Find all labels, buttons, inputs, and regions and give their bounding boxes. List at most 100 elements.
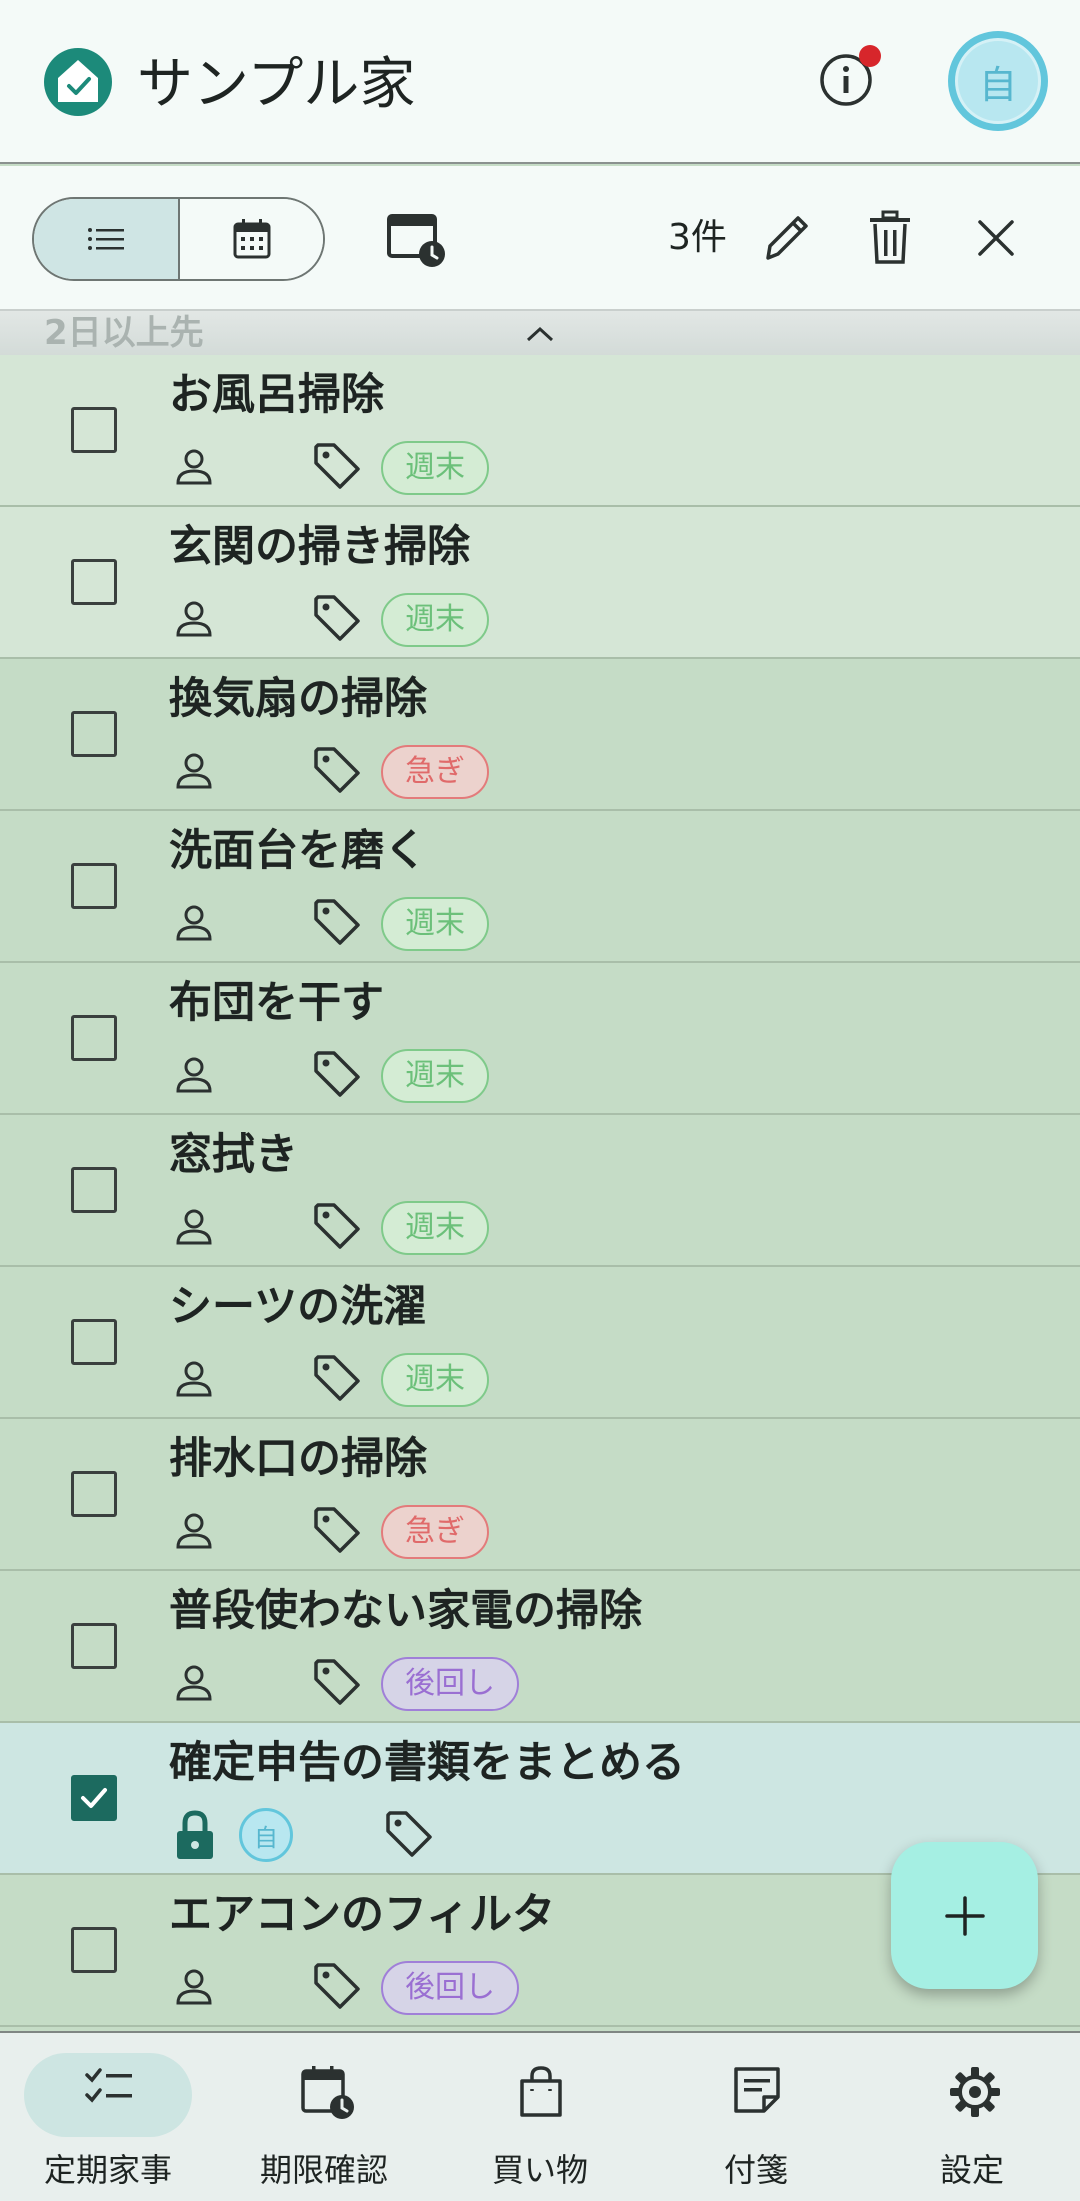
nav-label: 買い物 — [491, 2151, 588, 2189]
checklist-icon — [85, 2068, 132, 2103]
task-checkbox[interactable] — [71, 1471, 117, 1517]
app-bar: サンプル家 自 — [0, 0, 1080, 164]
task-checkbox[interactable] — [71, 1623, 117, 1669]
task-row[interactable]: お風呂掃除 週末 — [0, 355, 1080, 507]
tag-chip[interactable]: 急ぎ — [381, 1505, 489, 1559]
task-checkbox[interactable] — [71, 407, 117, 453]
task-row[interactable]: 洗面台を磨く 週末 — [0, 811, 1080, 963]
plus-icon — [944, 1895, 985, 1936]
check-icon — [81, 1788, 107, 1808]
person-icon[interactable] — [174, 1511, 214, 1551]
tag-chip[interactable]: 後回し — [381, 1961, 519, 2015]
section-label: 2日以上先 — [44, 313, 204, 353]
tag-icon[interactable] — [312, 897, 362, 947]
assignee-avatar[interactable]: 自 — [239, 1808, 293, 1862]
calendar-clock-icon — [387, 214, 445, 267]
person-icon[interactable] — [174, 1663, 214, 1703]
tag-icon[interactable] — [312, 745, 362, 795]
task-title: 普段使わない家電の掃除 — [169, 1586, 642, 1636]
edit-button[interactable] — [760, 210, 812, 266]
task-checkbox[interactable] — [71, 559, 117, 605]
tag-icon[interactable] — [384, 1809, 434, 1859]
shopping-bag-icon — [520, 2066, 562, 2117]
task-title: 排水口の掃除 — [169, 1434, 427, 1484]
task-row[interactable]: 窓拭き 週末 — [0, 1115, 1080, 1267]
person-icon[interactable] — [174, 1055, 214, 1095]
close-icon — [978, 220, 1014, 256]
chevron-up-icon — [526, 326, 554, 342]
tag-chip[interactable]: 週末 — [381, 1353, 489, 1407]
tag-icon[interactable] — [312, 1353, 362, 1403]
delete-button[interactable] — [866, 210, 914, 266]
nav-item-settings[interactable]: 設定 — [864, 2033, 1080, 2201]
person-icon[interactable] — [174, 447, 214, 487]
view-toggle — [32, 197, 325, 281]
task-row[interactable]: 玄関の掃き掃除 週末 — [0, 507, 1080, 659]
person-icon[interactable] — [174, 1967, 214, 2007]
person-icon[interactable] — [174, 1359, 214, 1399]
nav-item-deadline[interactable]: 期限確認 — [216, 2033, 432, 2201]
tag-icon[interactable] — [312, 441, 362, 491]
task-checkbox[interactable] — [71, 1015, 117, 1061]
pencil-icon — [766, 216, 808, 260]
nav-label: 設定 — [939, 2151, 1004, 2189]
tag-icon[interactable] — [312, 593, 362, 643]
tag-chip[interactable]: 後回し — [381, 1657, 519, 1711]
nav-label: 定期家事 — [43, 2151, 172, 2189]
schedule-button[interactable] — [386, 212, 448, 268]
task-title: 換気扇の掃除 — [169, 674, 427, 724]
nav-item-routine-chores[interactable]: 定期家事 — [0, 2033, 216, 2201]
task-row[interactable]: 排水口の掃除 急ぎ — [0, 1419, 1080, 1571]
task-checkbox[interactable] — [71, 1927, 117, 1973]
task-row[interactable]: 布団を干す 週末 — [0, 963, 1080, 1115]
tag-chip[interactable]: 週末 — [381, 897, 489, 951]
task-row[interactable]: 換気扇の掃除 急ぎ — [0, 659, 1080, 811]
avatar: 自 — [955, 38, 1041, 124]
task-title: 布団を干す — [169, 978, 384, 1028]
tag-icon[interactable] — [312, 1505, 362, 1555]
task-list: お風呂掃除 週末 玄関の掃き掃除 週末 換気扇の掃除 急ぎ 洗面台を磨く 週末 … — [0, 355, 1080, 2033]
gear-icon — [950, 2067, 1000, 2117]
tag-icon[interactable] — [312, 1201, 362, 1251]
task-checkbox-checked[interactable] — [71, 1775, 117, 1821]
sticky-note-icon — [734, 2067, 780, 2113]
app-title: サンプル家 — [137, 52, 416, 117]
calendar-clock-icon — [301, 2066, 354, 2119]
person-icon[interactable] — [174, 1207, 214, 1247]
add-task-button[interactable] — [891, 1842, 1038, 1989]
task-checkbox[interactable] — [71, 711, 117, 757]
tag-icon[interactable] — [312, 1049, 362, 1099]
app-root: サンプル家 自 3件 2日以上先 お風呂掃除 週末 玄関の掃き掃除 週末 換気扇… — [0, 0, 1080, 2201]
home-check-icon — [44, 48, 112, 116]
tag-icon[interactable] — [312, 1961, 362, 2011]
account-avatar-button[interactable]: 自 — [948, 31, 1048, 131]
calendar-icon — [233, 219, 270, 259]
tag-chip[interactable]: 急ぎ — [381, 745, 489, 799]
task-row[interactable]: シーツの洗濯 週末 — [0, 1267, 1080, 1419]
task-checkbox[interactable] — [71, 1319, 117, 1365]
nav-item-shopping[interactable]: 買い物 — [432, 2033, 648, 2201]
tag-chip[interactable]: 週末 — [381, 1049, 489, 1103]
person-icon[interactable] — [174, 599, 214, 639]
list-view-toggle[interactable] — [34, 199, 180, 279]
task-row[interactable]: 普段使わない家電の掃除 後回し — [0, 1571, 1080, 1723]
section-header[interactable]: 2日以上先 — [0, 311, 1080, 355]
tag-chip[interactable]: 週末 — [381, 441, 489, 495]
task-title: 玄関の掃き掃除 — [169, 522, 470, 572]
list-icon — [88, 228, 124, 250]
task-checkbox[interactable] — [71, 1167, 117, 1213]
calendar-view-toggle[interactable] — [180, 199, 323, 279]
task-title: 確定申告の書類をまとめる — [169, 1738, 685, 1788]
nav-item-sticky-notes[interactable]: 付箋 — [648, 2033, 864, 2201]
tag-icon[interactable] — [312, 1657, 362, 1707]
task-title: 洗面台を磨く — [169, 826, 427, 876]
person-icon[interactable] — [174, 903, 214, 943]
task-title: お風呂掃除 — [169, 370, 384, 420]
tag-chip[interactable]: 週末 — [381, 1201, 489, 1255]
person-icon[interactable] — [174, 751, 214, 791]
task-title: シーツの洗濯 — [169, 1282, 427, 1332]
close-selection-button[interactable] — [974, 216, 1018, 260]
task-checkbox[interactable] — [71, 863, 117, 909]
task-title: 窓拭き — [169, 1130, 298, 1180]
tag-chip[interactable]: 週末 — [381, 593, 489, 647]
